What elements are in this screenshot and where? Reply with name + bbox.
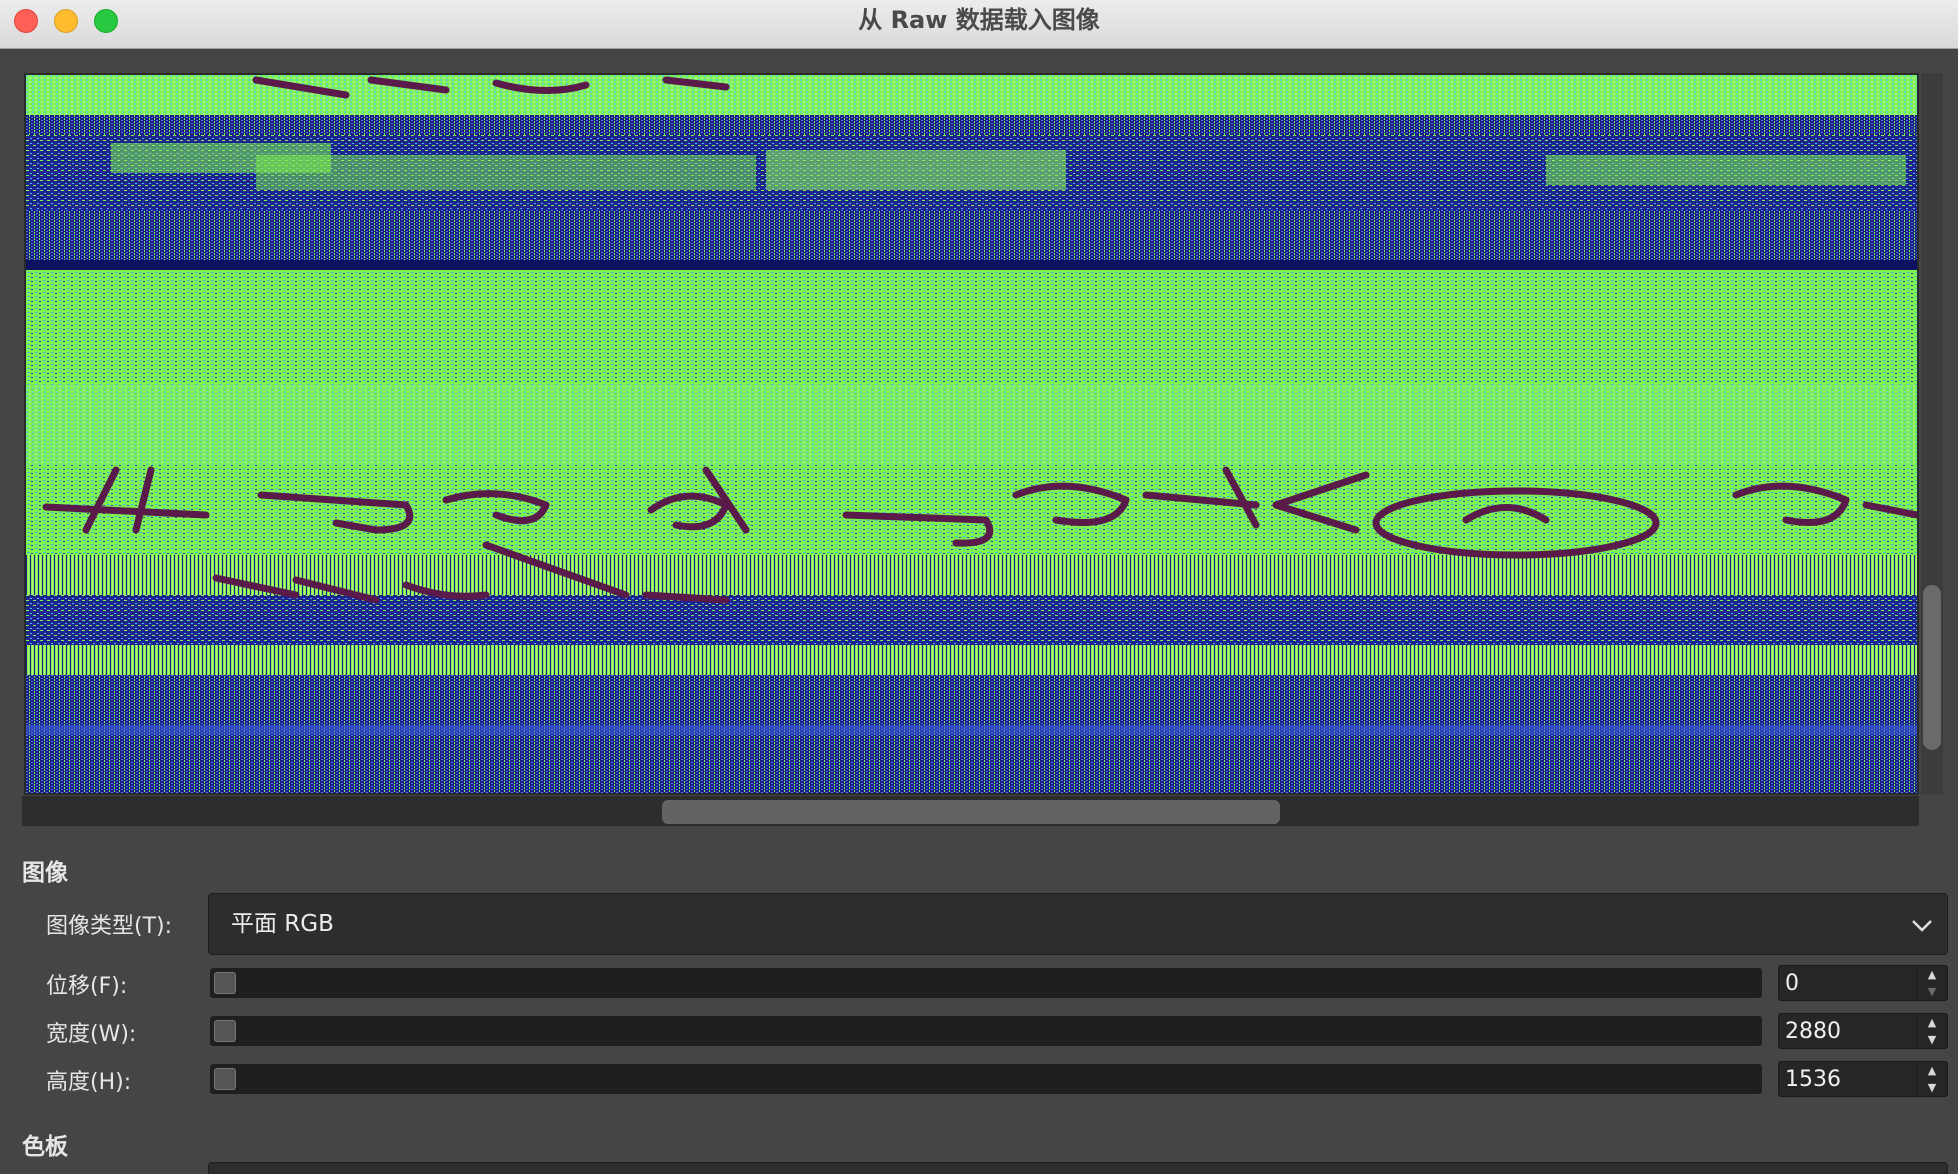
height-value[interactable]: 1536 [1785, 1062, 1841, 1098]
raw-preview-image [26, 75, 1917, 793]
arrow-up-icon[interactable]: ▲ [1917, 1062, 1947, 1079]
window-title: 从 Raw 数据载入图像 [858, 6, 1100, 34]
noise-band [26, 115, 1917, 135]
noise-block [766, 150, 1066, 190]
palette-section-title: 色板 [22, 1134, 68, 1160]
height-label: 高度(H): [46, 1070, 132, 1095]
noise-band [26, 260, 1917, 270]
width-label: 宽度(W): [46, 1022, 137, 1047]
width-value[interactable]: 2880 [1785, 1014, 1841, 1050]
image-type-select[interactable]: 平面 RGB [208, 893, 1948, 955]
width-slider-handle[interactable] [214, 1020, 236, 1042]
height-slider[interactable] [210, 1064, 1762, 1094]
chevron-down-icon [1912, 920, 1932, 932]
noise-band [26, 595, 1917, 645]
horizontal-scrollbar-thumb[interactable] [662, 800, 1280, 824]
offset-spin-buttons: ▲ ▼ [1916, 966, 1947, 1000]
noise-band [26, 645, 1917, 675]
offset-slider[interactable] [210, 968, 1762, 998]
arrow-up-icon[interactable]: ▲ [1917, 1014, 1947, 1031]
image-type-value: 平面 RGB [231, 911, 334, 937]
title-bar: 从 Raw 数据载入图像 [0, 0, 1958, 49]
arrow-down-icon[interactable]: ▼ [1917, 1079, 1947, 1096]
raw-preview [24, 73, 1919, 795]
offset-value[interactable]: 0 [1785, 966, 1799, 1002]
arrow-up-icon[interactable]: ▲ [1917, 966, 1947, 983]
noise-block [256, 155, 756, 190]
noise-band [26, 385, 1917, 465]
noise-band [26, 555, 1917, 595]
height-slider-handle[interactable] [214, 1068, 236, 1090]
offset-spinbox[interactable]: 0 ▲ ▼ [1778, 965, 1948, 1001]
palette-select[interactable] [208, 1162, 1948, 1174]
offset-label: 位移(F): [46, 974, 128, 999]
arrow-down-icon[interactable]: ▼ [1917, 1031, 1947, 1048]
height-spin-buttons: ▲ ▼ [1916, 1062, 1947, 1096]
image-section-title: 图像 [22, 860, 68, 886]
width-slider[interactable] [210, 1016, 1762, 1046]
arrow-down-icon[interactable]: ▼ [1917, 983, 1947, 1000]
noise-block [1546, 155, 1906, 185]
vertical-scrollbar-thumb[interactable] [1923, 585, 1941, 750]
height-spinbox[interactable]: 1536 ▲ ▼ [1778, 1061, 1948, 1097]
offset-slider-handle[interactable] [214, 972, 236, 994]
image-type-label: 图像类型(T): [46, 914, 173, 939]
raw-data-dialog: 从 Raw 数据载入图像 图像 图像类型(T): 平面 RGB 位移(F): 0… [0, 0, 1958, 1174]
width-spin-buttons: ▲ ▼ [1916, 1014, 1947, 1048]
noise-band [26, 725, 1917, 735]
width-spinbox[interactable]: 2880 ▲ ▼ [1778, 1013, 1948, 1049]
noise-band [26, 75, 1917, 115]
